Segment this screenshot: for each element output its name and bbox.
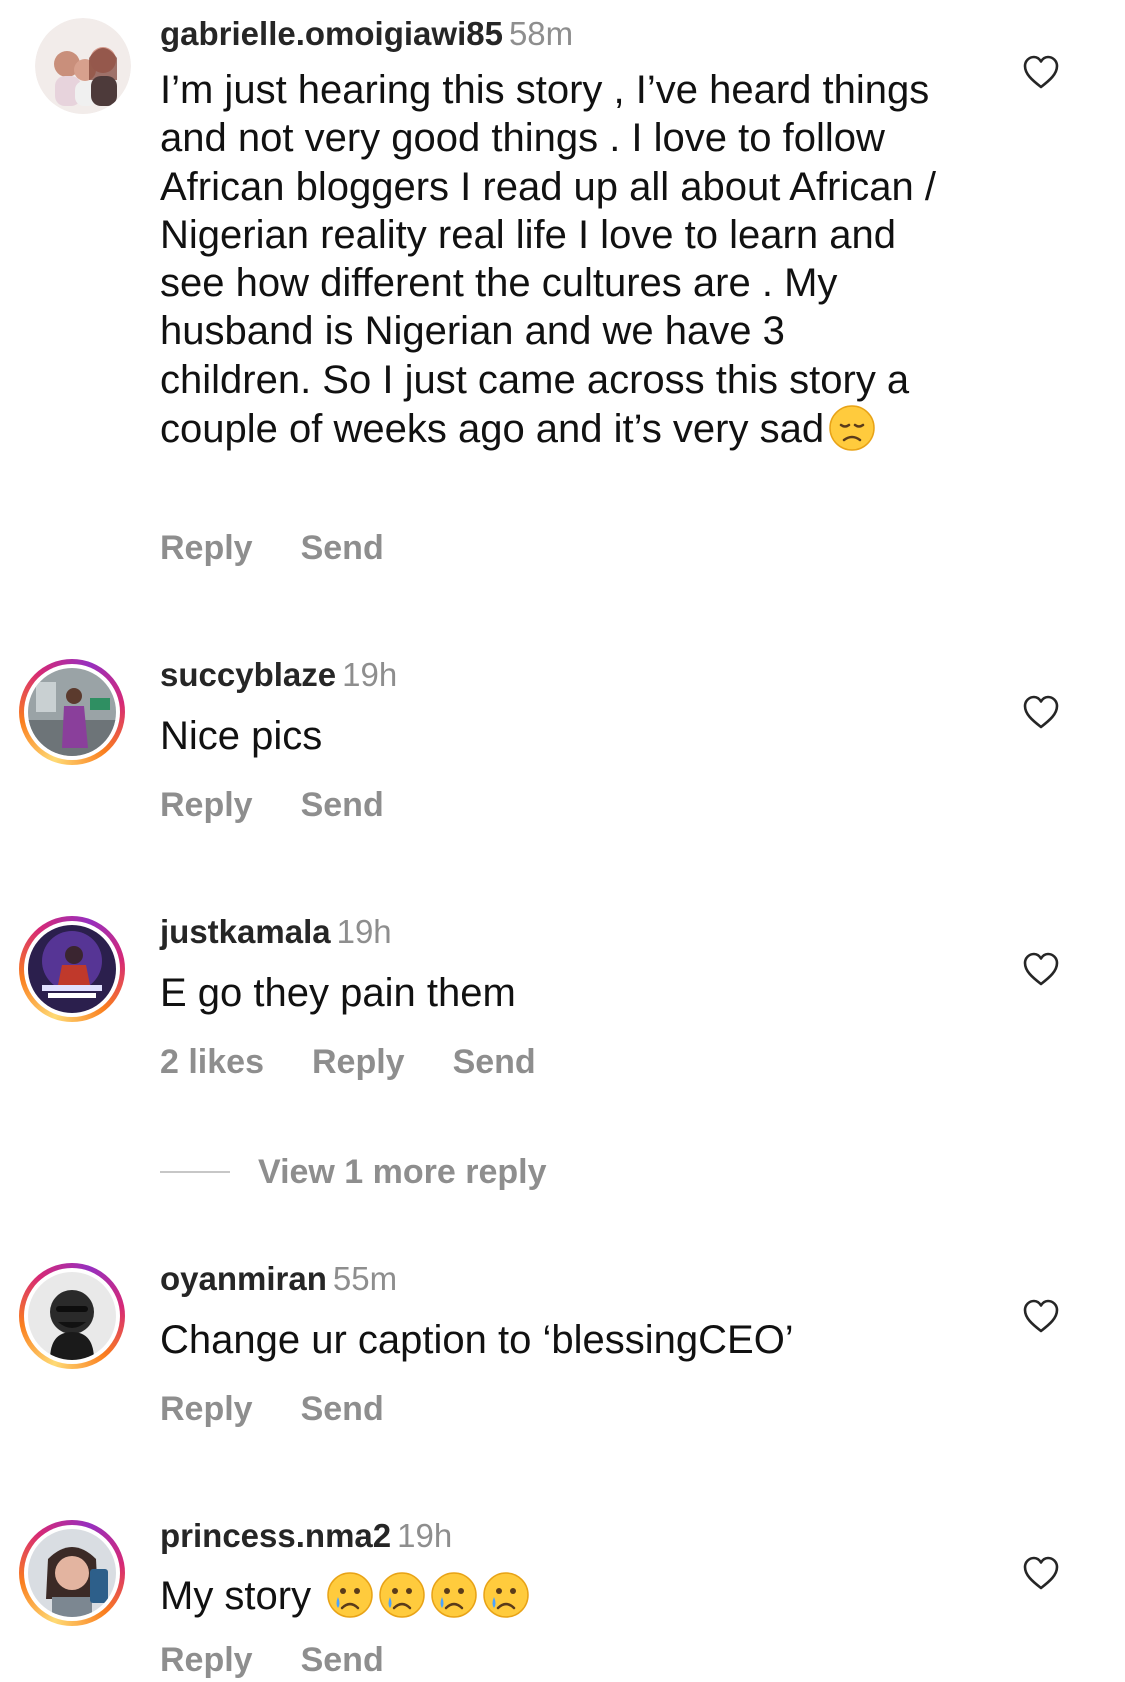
- comment-header: oyanmiran 55m: [160, 1259, 397, 1299]
- comment-header: princess.nma2 19h: [160, 1516, 452, 1556]
- send-button[interactable]: Send: [301, 529, 384, 567]
- comment-actions: Reply Send: [160, 785, 432, 825]
- comment-text: I’m just hearing this story , I’ve heard…: [160, 68, 937, 452]
- comment-actions: Reply Send: [160, 1640, 432, 1680]
- crying-face-icon: [430, 1571, 478, 1619]
- crying-face-icon: [378, 1571, 426, 1619]
- heart-outline-icon[interactable]: [1022, 694, 1060, 730]
- timestamp: 19h: [397, 1517, 453, 1554]
- comment-text: E go they pain them: [160, 971, 516, 1015]
- reply-button[interactable]: Reply: [160, 529, 253, 567]
- comment-actions: 2 likes Reply Send: [160, 1042, 584, 1082]
- reply-button[interactable]: Reply: [312, 1043, 405, 1081]
- avatar[interactable]: [35, 18, 131, 114]
- timestamp: 19h: [342, 656, 398, 693]
- timestamp: 55m: [332, 1260, 398, 1297]
- view-more-replies-button[interactable]: View 1 more reply: [160, 1150, 547, 1194]
- reply-button[interactable]: Reply: [160, 1390, 253, 1428]
- avatar[interactable]: [19, 1263, 125, 1369]
- comment-text: Change ur caption to ‘blessingCEO’: [160, 1318, 794, 1362]
- heart-outline-icon[interactable]: [1022, 54, 1060, 90]
- username[interactable]: gabrielle.omoigiawi85: [160, 15, 503, 52]
- timestamp: 19h: [336, 913, 392, 950]
- send-button[interactable]: Send: [301, 1390, 384, 1428]
- username[interactable]: princess.nma2: [160, 1517, 391, 1554]
- send-button[interactable]: Send: [453, 1043, 536, 1081]
- crying-face-icon: [482, 1571, 530, 1619]
- view-more-replies-label: View 1 more reply: [258, 1152, 547, 1191]
- heart-outline-icon[interactable]: [1022, 1298, 1060, 1334]
- send-button[interactable]: Send: [301, 1641, 384, 1679]
- likes-count[interactable]: 2 likes: [160, 1043, 264, 1081]
- comment-text: Nice pics: [160, 714, 323, 758]
- timestamp: 58m: [508, 15, 574, 52]
- username[interactable]: oyanmiran: [160, 1260, 327, 1297]
- heart-outline-icon[interactable]: [1022, 951, 1060, 987]
- comment-header: succyblaze 19h: [160, 655, 397, 695]
- reply-button[interactable]: Reply: [160, 1641, 253, 1679]
- username[interactable]: succyblaze: [160, 656, 336, 693]
- username[interactable]: justkamala: [160, 913, 331, 950]
- crying-face-icon: [326, 1571, 374, 1619]
- comment-header: justkamala 19h: [160, 912, 392, 952]
- comment-text: My story: [160, 1571, 940, 1620]
- comment-actions: Reply Send: [160, 1389, 432, 1429]
- avatar[interactable]: [19, 916, 125, 1022]
- avatar[interactable]: [19, 1520, 125, 1626]
- comment-header: gabrielle.omoigiawi85 58m: [160, 14, 573, 54]
- reply-button[interactable]: Reply: [160, 786, 253, 824]
- disappointed-face-icon: [828, 404, 876, 452]
- heart-outline-icon[interactable]: [1022, 1555, 1060, 1591]
- avatar[interactable]: [19, 659, 125, 765]
- comment-actions: Reply Send: [160, 528, 432, 568]
- divider: [160, 1171, 230, 1173]
- send-button[interactable]: Send: [301, 786, 384, 824]
